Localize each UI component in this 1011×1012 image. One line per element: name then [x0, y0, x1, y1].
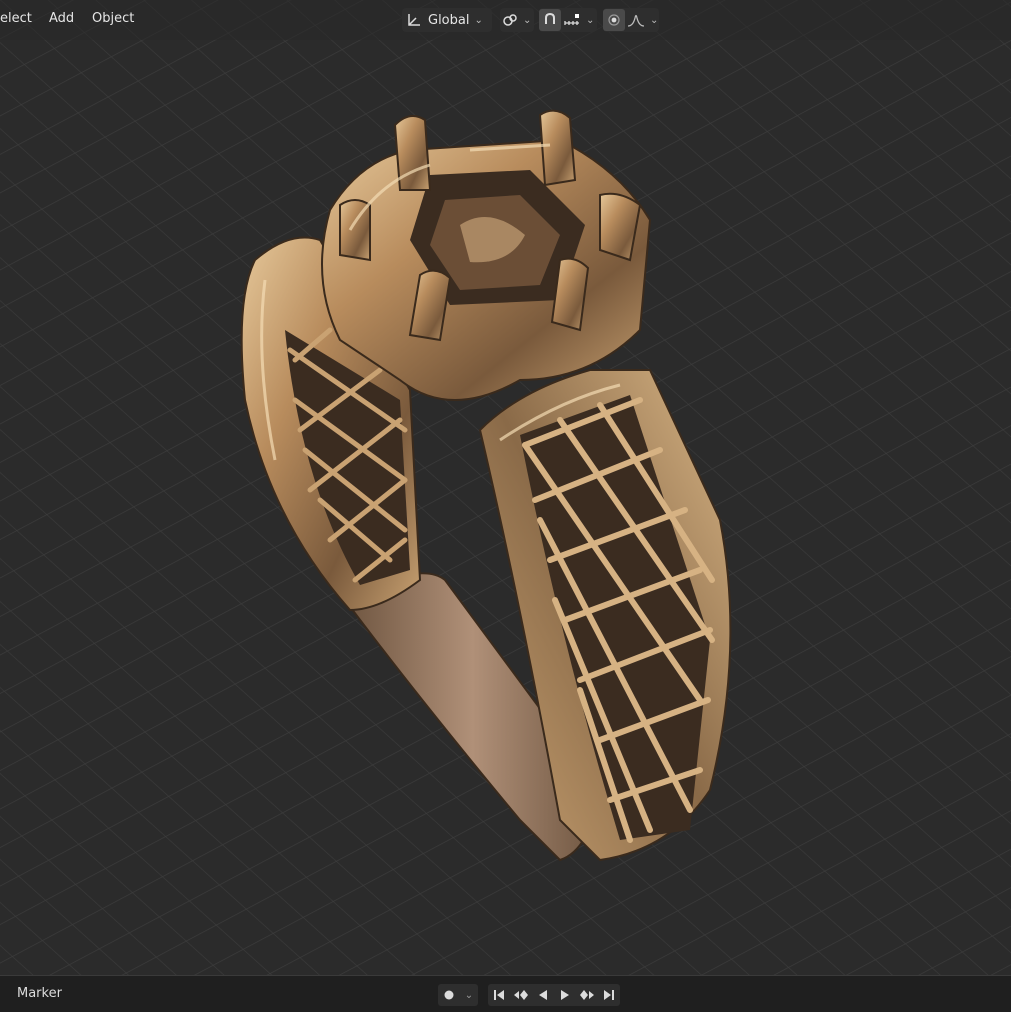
snap-target-icon[interactable]	[561, 9, 583, 31]
menu-object[interactable]: Object	[92, 11, 134, 26]
jump-to-start-icon[interactable]	[488, 984, 510, 1006]
menu-add[interactable]: Add	[49, 11, 74, 26]
chevron-down-icon[interactable]: ⌄	[586, 15, 594, 26]
timeline-header: Marker ⌄	[0, 975, 1011, 1012]
falloff-curve-icon[interactable]	[625, 9, 647, 31]
snapping-controls: ⌄	[539, 8, 597, 32]
pivot-point-icon	[500, 9, 520, 31]
record-icon[interactable]	[438, 984, 460, 1006]
axes-icon	[402, 9, 426, 31]
chevron-down-icon[interactable]: ⌄	[460, 984, 478, 1006]
orientation-label: Global	[428, 12, 470, 28]
prev-keyframe-icon[interactable]	[510, 984, 532, 1006]
play-icon[interactable]	[554, 984, 576, 1006]
chevron-down-icon: ⌄	[474, 14, 483, 26]
viewport-canvas[interactable]	[0, 0, 1011, 975]
menu-select[interactable]: elect	[0, 11, 32, 26]
proportional-editing-controls: ⌄	[603, 8, 659, 32]
proportional-edit-icon[interactable]	[603, 9, 625, 31]
auto-keying-group: ⌄	[438, 984, 478, 1006]
pivot-point-dropdown[interactable]: ⌄	[500, 8, 534, 32]
chevron-down-icon: ⌄	[523, 14, 532, 26]
snap-magnet-icon[interactable]	[539, 9, 561, 31]
marker-menu[interactable]: Marker	[17, 986, 62, 1001]
playback-controls	[488, 984, 620, 1006]
chevron-down-icon[interactable]: ⌄	[650, 15, 658, 26]
jump-to-end-icon[interactable]	[598, 984, 620, 1006]
viewport-header: elect Add Object Global ⌄ ⌄ ⌄ ⌄	[0, 0, 1011, 40]
next-keyframe-icon[interactable]	[576, 984, 598, 1006]
play-reverse-icon[interactable]	[532, 984, 554, 1006]
transform-orientation-dropdown[interactable]: Global ⌄	[402, 8, 492, 32]
3d-viewport[interactable]	[0, 0, 1011, 975]
